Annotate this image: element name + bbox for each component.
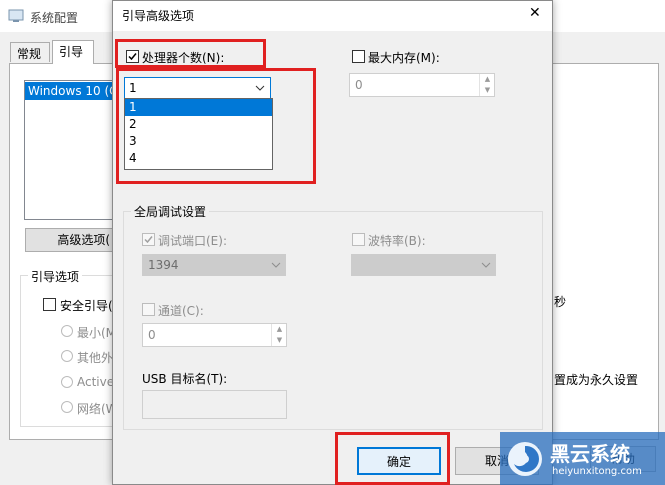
chevron-down-icon [481,262,491,268]
baud-rate-label: 波特率(B): [368,234,426,248]
channel-value: 0 [148,328,156,342]
radio-alternate-shell-label: 其他外 [77,351,114,365]
global-debug-group-label: 全局调试设置 [131,203,210,220]
usb-target-label: USB 目标名(T): [142,372,228,386]
spin-down-icon[interactable]: ▼ [479,85,495,96]
watermark-logo-icon [508,442,542,476]
safe-boot-checkbox[interactable] [43,298,56,311]
spin-down-icon[interactable]: ▼ [271,335,287,346]
dropdown-option-1[interactable]: 1 [125,99,272,116]
baud-rate-checkbox[interactable] [352,233,365,246]
dropdown-option-3[interactable]: 3 [125,133,272,150]
tab-general-label: 常规 [17,47,42,61]
debug-port-checkbox[interactable] [142,233,155,246]
os-list[interactable] [24,80,116,220]
tab-general[interactable]: 常规 [10,42,50,62]
permanent-settings-label: 置成为永久设置 [554,373,639,387]
advanced-options-label: 高级选项( [57,233,110,247]
max-memory-checkbox[interactable] [352,50,365,63]
chevron-down-icon [271,262,281,268]
watermark: 黑云系统 heiyunxitong.com [500,432,665,485]
debug-port-label: 调试端口(E): [158,234,227,248]
annotation-box-ok-button [335,432,450,485]
radio-minimal[interactable] [61,325,73,337]
spin-up-icon[interactable]: ▲ [479,74,495,85]
watermark-text: 黑云系统 [550,442,630,466]
radio-minimal-label: 最小(M [77,326,117,340]
annotation-box-processor-checkbox [115,39,266,68]
dialog-title: 引导高级选项 [122,9,195,23]
max-memory-label: 最大内存(M): [368,51,440,65]
tab-boot[interactable]: 引导 [52,40,94,64]
channel-spinner[interactable]: 0 ▲ ▼ [142,323,287,347]
safe-boot-label: 安全引导( [60,299,113,313]
system-config-app-icon [8,9,24,22]
tab-boot-label: 引导 [59,45,84,59]
radio-network[interactable] [61,401,73,413]
debug-port-select[interactable]: 1394 [142,254,286,276]
dropdown-option-2[interactable]: 2 [125,116,272,133]
baud-rate-select[interactable] [351,254,496,276]
advanced-options-button[interactable]: 高级选项( [25,228,115,252]
checkmark-icon [144,236,153,244]
channel-checkbox[interactable] [142,303,155,316]
system-config-title: 系统配置 [30,11,79,25]
os-list-item[interactable]: Windows 10 (C [25,82,114,100]
boot-options-group-label: 引导选项 [28,268,83,285]
max-memory-spinner[interactable]: 0 ▲ ▼ [349,73,495,97]
dialog-titlebar: 引导高级选项 ✕ [113,1,552,31]
channel-label: 通道(C): [158,304,204,318]
spin-up-icon[interactable]: ▲ [271,324,287,335]
debug-port-value: 1394 [148,258,179,272]
radio-active-directory-label: Active [77,375,115,389]
max-memory-value: 0 [355,78,363,92]
timeout-unit-label: 秒 [554,295,567,309]
dropdown-option-4[interactable]: 4 [125,150,272,167]
radio-alternate-shell[interactable] [61,350,73,362]
processor-count-dropdown-list: 1 2 3 4 [124,98,273,170]
close-icon[interactable]: ✕ [529,5,541,21]
radio-active-directory[interactable] [61,376,73,388]
watermark-url: heiyunxitong.com [552,466,642,477]
usb-target-input[interactable] [142,390,287,419]
